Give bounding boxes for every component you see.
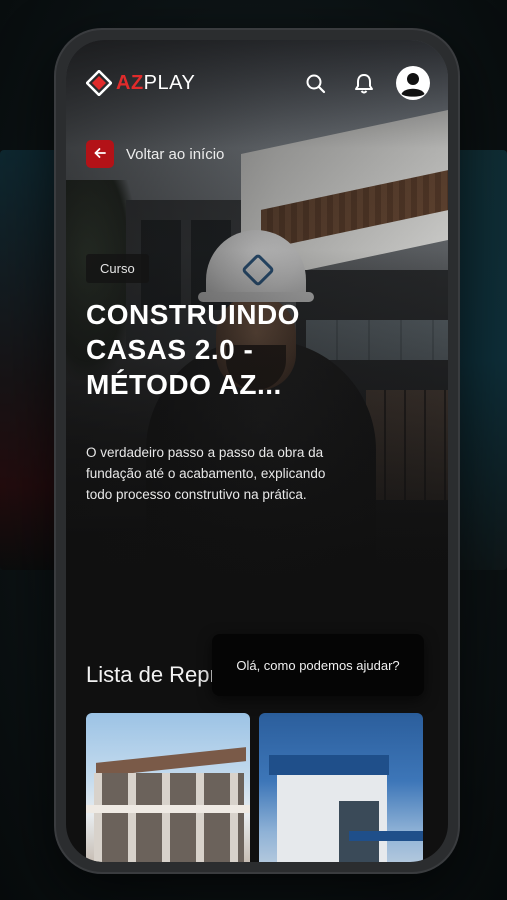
bell-icon[interactable] <box>350 70 378 98</box>
house-railing <box>349 831 423 841</box>
course-description: O verdadeiro passo a passo da obra da fu… <box>86 445 326 502</box>
search-icon[interactable] <box>302 70 330 98</box>
phone-frame: AZPLAY Voltar ao início Curso CONSTRUIND… <box>56 30 458 872</box>
logo-mark-icon <box>85 69 113 97</box>
azplay-logo[interactable]: AZPLAY <box>85 68 195 98</box>
construction-frame-image <box>94 773 244 862</box>
construction-slab <box>86 805 250 813</box>
house-top-band <box>269 755 389 775</box>
chat-help-bubble[interactable]: Olá, como podemos ajudar? <box>212 634 424 696</box>
playlist-item[interactable] <box>259 713 423 862</box>
user-avatar-icon[interactable] <box>395 65 431 101</box>
back-button[interactable] <box>86 140 114 168</box>
back-label[interactable]: Voltar ao início <box>126 146 224 163</box>
back-to-home[interactable]: Voltar ao início <box>86 140 224 168</box>
course-title: CONSTRUINDO CASAS 2.0 - MÉTODO AZ... <box>86 299 300 400</box>
playlist-title: Lista de Reprodução <box>86 662 231 687</box>
course-badge: Curso <box>86 254 149 283</box>
top-bar: AZPLAY <box>66 40 448 130</box>
chat-message: Olá, como podemos ajudar? <box>236 657 400 673</box>
playlist-item[interactable] <box>86 713 250 862</box>
arrow-left-icon <box>93 145 107 164</box>
logo-text-play: PLAY <box>143 71 196 94</box>
logo-text-az: AZ <box>116 71 144 94</box>
logo-text: AZPLAY <box>116 72 195 95</box>
app-screen: AZPLAY Voltar ao início Curso CONSTRUIND… <box>66 40 448 862</box>
